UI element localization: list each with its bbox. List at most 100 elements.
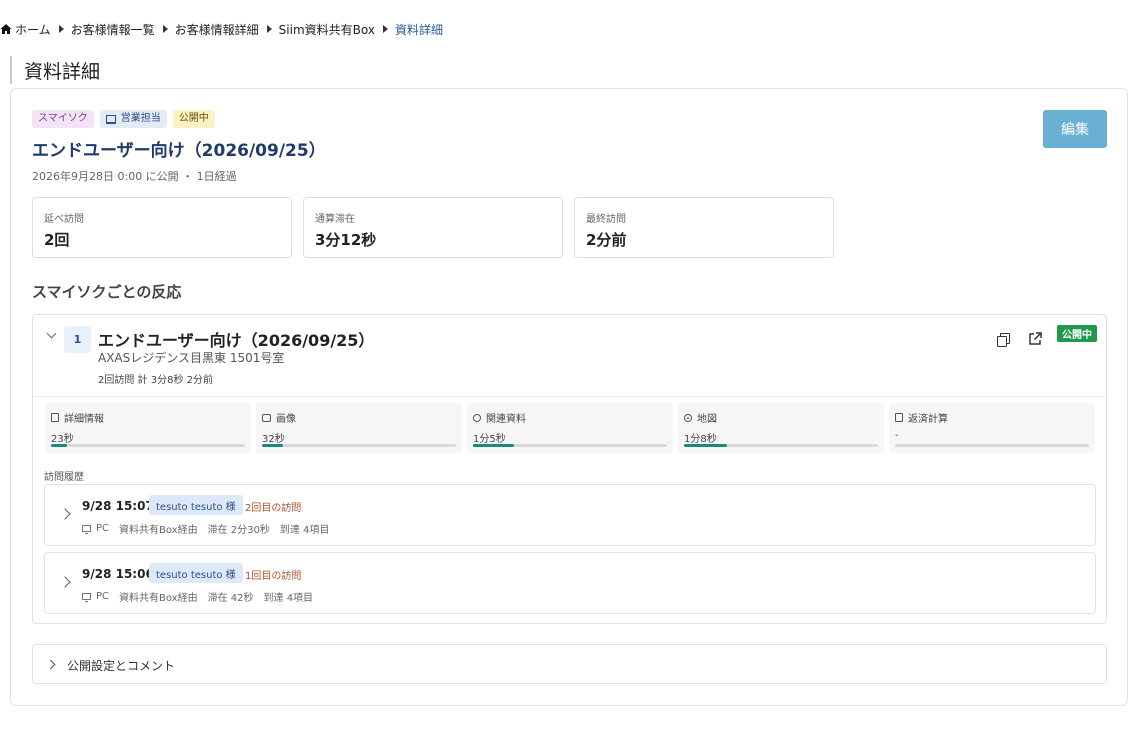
section-detail: 詳細情報 23秒: [45, 403, 251, 453]
page-title: 資料詳細: [24, 60, 101, 83]
copy-icon[interactable]: [996, 332, 1012, 348]
section-value: 1分8秒: [684, 434, 717, 445]
breadcrumb: ホーム お客様情報一覧 お客様情報詳細 Siim資料共有Box 資料詳細: [0, 20, 443, 38]
reaction-title: エンドユーザー向け（2026/09/25）: [98, 331, 375, 350]
progress-fill: [51, 444, 67, 447]
section-label-text: 返済計算: [908, 414, 948, 425]
reaction-card: 1 エンドユーザー向け（2026/09/25） AXASレジデンス目黒東 150…: [32, 314, 1107, 624]
section-value: -: [895, 430, 899, 441]
progress-track: [684, 444, 878, 447]
progress-fill: [262, 444, 284, 447]
visit-meta: PC 資料共有Box経由 滞在 2分30秒 到達 4項目: [82, 521, 339, 536]
section-map: 地図 1分8秒: [678, 403, 884, 453]
section-label-text: 地図: [697, 414, 717, 425]
map-pin-icon: [684, 413, 692, 422]
visit-device: PC: [96, 591, 110, 602]
stat-label: 最終訪問: [586, 214, 626, 225]
document-title: エンドユーザー向け（2026/09/25）: [32, 141, 326, 161]
stats-row: 延べ訪問 2回 通算滞在 3分12秒 最終訪問 2分前: [32, 197, 834, 258]
section-value: 23秒: [51, 434, 74, 445]
visit-history-label: 訪問履歴: [44, 472, 84, 483]
image-icon: [262, 413, 271, 422]
breadcrumb-separator-icon: [58, 25, 64, 33]
breadcrumb-customer-list[interactable]: お客様情報一覧: [71, 21, 155, 38]
tag-list: スマイソク 営業担当 公開中: [32, 110, 215, 128]
section-label-text: 詳細情報: [64, 414, 104, 425]
reaction-stats: 2回訪問 計 3分8秒 2分前: [98, 375, 213, 386]
visit-stay: 滞在 2分30秒: [207, 525, 270, 536]
tag-sales-label: 営業担当: [120, 113, 161, 124]
progress-fill: [473, 444, 514, 447]
stat-value: 2分前: [586, 231, 627, 249]
breadcrumb-customer-detail[interactable]: お客様情報詳細: [175, 21, 259, 38]
chevron-right-icon: [59, 508, 71, 520]
visit-count: 2回目の訪問: [245, 503, 302, 514]
breadcrumb-share-box[interactable]: Siim資料共有Box: [279, 21, 375, 38]
visit-meta: PC 資料共有Box経由 滞在 42秒 到達 4項目: [82, 589, 323, 604]
reaction-property: AXASレジデンス目黒東 1501号室: [98, 351, 285, 365]
visit-device: PC: [96, 523, 110, 534]
home-icon: [0, 24, 12, 34]
section-label: 詳細情報: [51, 410, 245, 425]
section-label-text: 関連資料: [486, 414, 526, 425]
visit-reach: 到達 4項目: [279, 525, 330, 536]
external-link-icon[interactable]: [1027, 331, 1043, 347]
page-header: 資料詳細: [10, 56, 100, 84]
link-icon: [473, 413, 481, 422]
visit-row[interactable]: 9/28 15:07 tesuto tesuto 様 2回目の訪問 PC 資料共…: [44, 484, 1096, 546]
progress-track: [262, 444, 456, 447]
section-related: 関連資料 1分5秒: [467, 403, 673, 453]
tag-public: 公開中: [172, 110, 215, 128]
visit-user-badge: tesuto tesuto 様: [149, 563, 243, 583]
breadcrumb-home[interactable]: ホーム: [0, 21, 51, 38]
tag-smile: スマイソク: [32, 110, 94, 128]
section-label: 返済計算: [895, 410, 1089, 425]
title-accent-bar: [10, 56, 12, 84]
visit-row[interactable]: 9/28 15:06 tesuto tesuto 様 1回目の訪問 PC 資料共…: [44, 552, 1096, 614]
visit-count: 1回目の訪問: [245, 571, 302, 582]
progress-track: [895, 444, 1089, 447]
public-settings-toggle[interactable]: 公開設定とコメント: [32, 644, 1107, 684]
section-label: 地図: [684, 410, 878, 425]
stat-total-stay: 通算滞在 3分12秒: [303, 197, 563, 258]
document-meta: 2026年9月28日 0:00 に公開 ・ 1日経過: [32, 170, 237, 183]
stat-label: 通算滞在: [315, 214, 355, 225]
visit-reach: 到達 4項目: [263, 593, 314, 604]
monitor-icon: [82, 525, 91, 534]
chevron-down-icon[interactable]: [45, 329, 59, 343]
section-loan-calc: 返済計算 -: [889, 403, 1095, 453]
stat-label: 延べ訪問: [44, 214, 84, 225]
chevron-right-icon: [59, 576, 71, 588]
stat-value: 3分12秒: [315, 231, 377, 249]
reactions-heading: スマイソクごとの反応: [32, 283, 182, 301]
visit-time: 9/28 15:07: [82, 499, 154, 513]
stat-last-visit: 最終訪問 2分前: [574, 197, 834, 258]
breadcrumb-label: ホーム: [15, 22, 51, 37]
section-label: 画像: [262, 410, 456, 425]
reaction-card-header: 1 エンドユーザー向け（2026/09/25） AXASレジデンス目黒東 150…: [33, 315, 1106, 397]
section-label-text: 画像: [276, 414, 296, 425]
public-settings-label: 公開設定とコメント: [67, 659, 176, 673]
reaction-number: 1: [64, 326, 91, 353]
status-badge: 公開中: [1057, 325, 1097, 342]
progress-track: [473, 444, 667, 447]
section-stats: 詳細情報 23秒 画像 32秒 関連資料 1分5秒 地図 1分8秒 返済計算 -: [45, 403, 1095, 453]
visit-time: 9/28 15:06: [82, 567, 154, 581]
visit-user-badge: tesuto tesuto 様: [149, 495, 243, 515]
breadcrumb-separator-icon: [382, 25, 388, 33]
breadcrumb-separator-icon: [162, 25, 168, 33]
stat-total-visits: 延べ訪問 2回: [32, 197, 292, 258]
section-label: 関連資料: [473, 410, 667, 425]
progress-fill: [684, 444, 727, 447]
breadcrumb-separator-icon: [266, 25, 272, 33]
document-detail-card: スマイソク 営業担当 公開中 編集 エンドユーザー向け（2026/09/25） …: [10, 88, 1128, 706]
section-value: 32秒: [262, 434, 285, 445]
visit-source: 資料共有Box経由: [119, 593, 198, 604]
breadcrumb-current: 資料詳細: [394, 22, 443, 37]
stat-value: 2回: [44, 231, 70, 249]
edit-button[interactable]: 編集: [1043, 110, 1107, 148]
visit-source: 資料共有Box経由: [119, 525, 198, 536]
building-icon: [105, 114, 116, 124]
visit-stay: 滞在 42秒: [207, 593, 254, 604]
calculator-icon: [895, 413, 903, 422]
